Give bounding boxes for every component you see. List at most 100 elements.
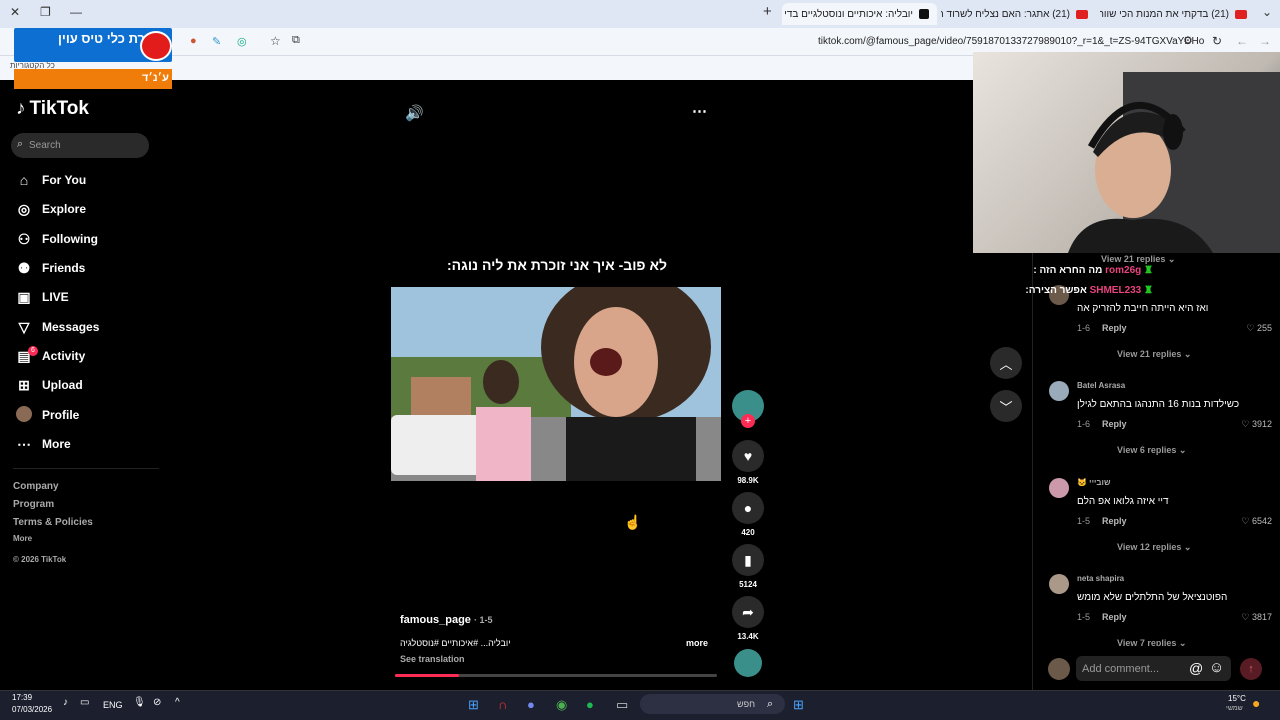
description-more-button[interactable]: more [686,638,708,648]
sidebar-item-explore[interactable]: ◎ Explore [16,199,86,219]
footer-more-link[interactable]: More [13,534,32,543]
like-button[interactable]: ♥ 98.9K [732,440,764,485]
sidebar-item-friends[interactable]: ⚉ Friends [16,258,86,278]
back-icon[interactable]: → [1259,34,1271,48]
sidebar-item-following[interactable]: ⚇ Following [16,229,98,249]
nav-label: Messages [42,320,100,334]
sidebar-item-profile[interactable]: Profile [16,405,79,425]
weather-temp[interactable]: 15°C [1228,694,1246,703]
tray-expand-icon[interactable]: ^ [175,697,180,708]
author-name[interactable]: famous_page [400,614,471,626]
tab-youtube-2[interactable]: (21) אתגר: האם נצליח לשרוד ר ✕ [941,3,1096,25]
commenter-avatar[interactable] [1049,478,1069,498]
search-input[interactable]: ⌕ Search [11,133,149,158]
apps-grid-icon[interactable]: ⊞ [468,697,479,713]
chatgpt-icon[interactable]: ◎ [237,35,247,48]
sidebar-item-activity[interactable]: ▤ Activity [16,346,85,366]
tab-tiktok[interactable]: יובליה: איכותיים ונוסטלגיים בדי ✕ [782,3,937,25]
tab-youtube-1[interactable]: (21) בדקתי את המנות הכי שווה ✕ [1100,3,1255,25]
sidebar-item-more[interactable]: ⋯ More [16,434,71,454]
video-options-icon[interactable]: ⋯ [692,102,707,120]
view-replies-button[interactable]: View 21 replies ⌄ [1117,349,1277,360]
share-button[interactable]: ➦ 13.4K [732,596,764,641]
extension-icon[interactable]: ● [190,35,197,47]
restore-window-icon[interactable]: ❐ [40,5,51,19]
minimize-window-icon[interactable]: — [70,5,82,19]
search-icon: ⌕ [767,698,774,710]
comment-count: 420 [741,528,755,537]
comment-button[interactable]: ● 420 [732,492,764,537]
magnet-app-icon[interactable]: ∩ [498,697,507,712]
previous-video-button[interactable]: ︿ [990,347,1022,379]
save-count: 5124 [739,580,757,589]
reload-icon[interactable]: ↻ [1212,34,1222,48]
tiktok-note-icon: ♪ [16,98,26,119]
chrome-icon[interactable]: ◉ [556,697,567,713]
commenter-name[interactable]: שובייי 🐱 [1077,478,1267,487]
my-avatar [1048,658,1070,680]
commenter-avatar[interactable] [1049,381,1069,401]
video-hashtags[interactable]: יובליה... #איכותיים #נוסטלגיה [400,638,511,648]
see-translation-link[interactable]: See translation [400,654,465,664]
post-comment-button[interactable]: ↑ [1240,658,1262,680]
clock-date[interactable]: 07/03/2026 [12,705,52,714]
commenter-name[interactable]: neta shapira [1077,574,1267,583]
mention-icon[interactable]: @ [1189,660,1203,676]
address-bar[interactable]: tiktok.com/@famous_page/video/7591870133… [818,36,1204,47]
site-settings-icon[interactable]: ⚙ [1183,34,1193,47]
discord-icon[interactable]: ● [527,697,535,712]
video-frame [391,287,721,481]
sidebar-item-messages[interactable]: ▽ Messages [16,317,100,337]
translate-icon[interactable]: ✎ [212,35,221,48]
follow-plus-icon[interactable]: + [741,414,755,428]
avatar-icon [16,405,32,425]
mouse-cursor-icon: ☝ [624,514,642,530]
view-replies-button[interactable]: View 7 replies ⌄ [1117,638,1277,646]
reply-button[interactable]: Reply [1102,419,1127,429]
share-page-icon[interactable]: ⧉ [292,34,300,47]
tiktok-logo[interactable]: ♪ TikTok [16,98,89,120]
footer-program-link[interactable]: Program [13,499,54,510]
reply-button[interactable]: Reply [1102,516,1127,526]
view-replies-button[interactable]: View 21 replies ⌄ [1101,254,1175,265]
file-explorer-icon[interactable]: ▭ [616,697,628,713]
notifications-off-icon[interactable]: ⊘ [153,697,161,708]
footer-terms-link[interactable]: Terms & Policies [13,517,93,528]
comment-like[interactable]: ♡ 3912 [1227,419,1272,430]
comment-like[interactable]: ♡ 3817 [1227,612,1272,623]
volume-icon[interactable]: 🔊 [405,104,424,122]
sidebar-item-live[interactable]: ▣ LIVE [16,287,68,307]
comment-like[interactable]: ♡ 6542 [1227,516,1272,527]
volume-tray-icon[interactable]: ♪ [63,697,68,708]
close-window-icon[interactable]: ✕ [10,5,20,19]
tab-menu-icon[interactable]: ⌄ [1262,5,1272,19]
taskbar-search-input[interactable]: חפש [640,694,785,714]
language-indicator[interactable]: ENG [103,700,123,710]
reply-button[interactable]: Reply [1102,323,1127,333]
commenter-name[interactable]: Batel Asrasa [1077,381,1267,390]
view-replies-button[interactable]: View 12 replies ⌄ [1117,542,1277,553]
emoji-icon[interactable]: ☺ [1209,659,1224,676]
clock-time[interactable]: 17:39 [12,693,32,702]
view-replies-button[interactable]: View 6 replies ⌄ [1117,445,1277,456]
add-comment-input[interactable]: Add comment... [1076,656,1231,681]
music-disc-button[interactable] [732,649,764,677]
save-button[interactable]: ▮ 5124 [732,544,764,589]
new-tab-icon[interactable]: + [763,3,772,20]
video-player[interactable] [391,287,721,481]
reply-button[interactable]: Reply [1102,612,1127,622]
windows-start-icon[interactable]: ⊞ [793,697,804,713]
network-tray-icon[interactable]: ▭ [80,697,89,708]
comment-date: 1-6 [1077,323,1091,333]
sidebar-item-for-you[interactable]: ⌂ For You [16,170,86,190]
bookmark-star-icon[interactable]: ☆ [270,34,281,48]
comment-like[interactable]: ♡ 255 [1227,323,1272,334]
author-avatar-button[interactable]: + [732,390,764,428]
commenter-avatar[interactable] [1049,574,1069,594]
footer-company-link[interactable]: Company [13,481,59,492]
microphone-tray-icon[interactable]: 🎙 [133,697,146,708]
next-video-button[interactable]: ﹀ [990,390,1022,422]
sidebar-item-upload[interactable]: ⊞ Upload [16,375,83,395]
spotify-icon[interactable]: ● [586,697,594,712]
forward-icon[interactable]: ← [1236,34,1248,48]
